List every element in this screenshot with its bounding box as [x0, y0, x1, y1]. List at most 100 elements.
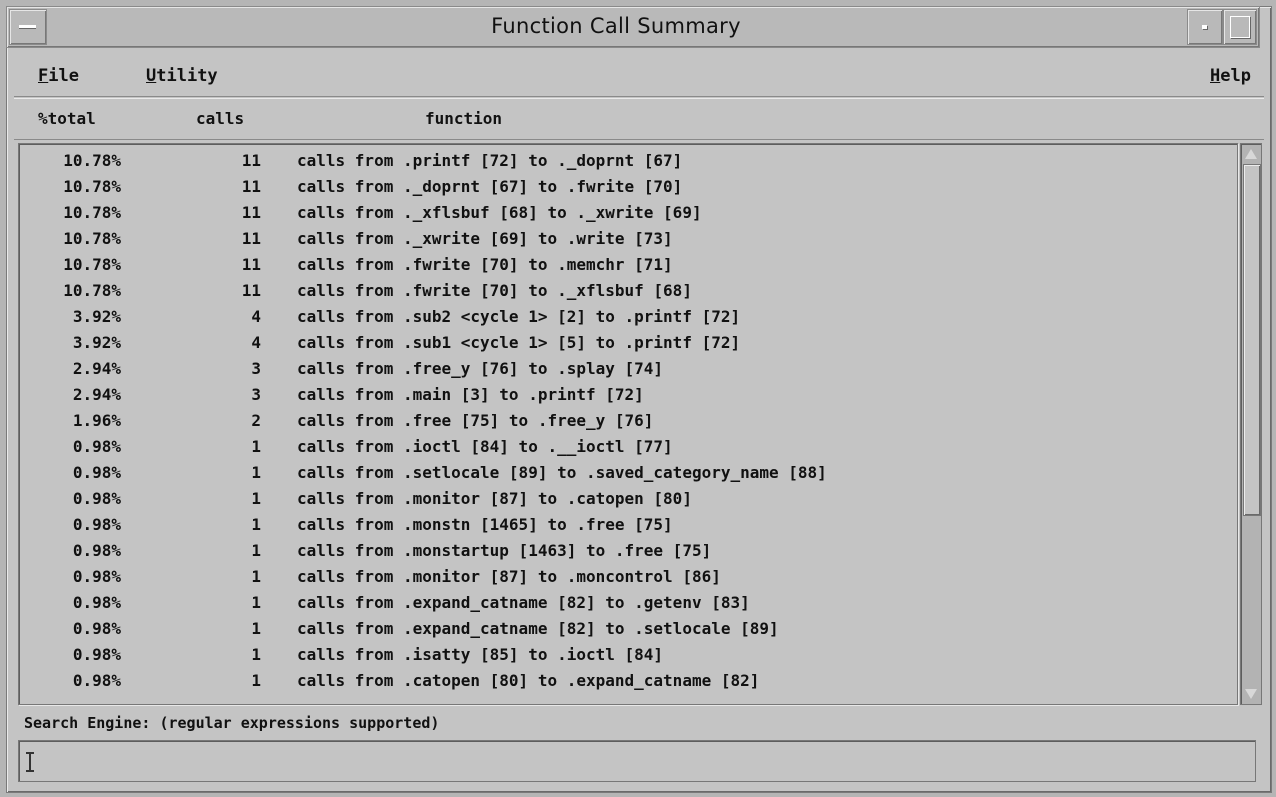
row-percent-total: 2.94% [72, 359, 121, 378]
row-percent-total: 10.78% [63, 255, 121, 274]
row-percent-total: 3.92% [72, 333, 121, 352]
window-menu-icon[interactable] [9, 9, 47, 45]
table-row[interactable]: 2.94% 3 calls from .main [3] to .printf [7… [19, 385, 1237, 411]
row-calls: 1 [251, 515, 261, 534]
minimize-icon[interactable] [1187, 9, 1223, 45]
table-row[interactable]: 0.98% 1 calls from .monitor [87] to .monco… [19, 567, 1237, 593]
table-row[interactable]: 10.78% 11 calls from ._xflsbuf [68] to ._x… [19, 203, 1237, 229]
menu-utility[interactable]: Utility [146, 66, 218, 86]
menu-help[interactable]: Help [1210, 66, 1251, 86]
row-percent-total: 1.96% [72, 411, 121, 430]
row-percent-total: 0.98% [72, 593, 121, 612]
table-row[interactable]: 3.92% 4 calls from .sub1 <cycle 1> [5] to … [19, 333, 1237, 359]
arrow-down-icon[interactable] [1242, 685, 1260, 703]
row-calls: 4 [251, 307, 261, 326]
row-function: calls from .monitor [87] to .moncontrol … [297, 567, 721, 586]
row-calls: 11 [241, 255, 261, 274]
row-calls: 1 [251, 437, 261, 456]
table-row[interactable]: 10.78% 11 calls from .printf [72] to ._dop… [19, 151, 1237, 177]
table-row[interactable]: 10.78% 11 calls from .fwrite [70] to .memc… [19, 255, 1237, 281]
column-header: %total calls function [14, 98, 1264, 140]
row-calls: 11 [241, 151, 261, 170]
row-percent-total: 0.98% [72, 489, 121, 508]
scrollbar-thumb[interactable] [1243, 164, 1261, 516]
row-function: calls from .free [75] to .free_y [76] [297, 411, 654, 430]
row-calls: 1 [251, 541, 261, 560]
row-percent-total: 10.78% [63, 151, 121, 170]
row-percent-total: 0.98% [72, 619, 121, 638]
row-function: calls from .sub1 <cycle 1> [5] to .print… [297, 333, 741, 352]
table-row[interactable]: 0.98% 1 calls from .expand_catname [82] to… [19, 619, 1237, 645]
row-function: calls from .catopen [80] to .expand_catn… [297, 671, 760, 690]
row-function: calls from ._doprnt [67] to .fwrite [70] [297, 177, 683, 196]
table-row[interactable]: 0.98% 1 calls from .monitor [87] to .catop… [19, 489, 1237, 515]
title-bar[interactable]: Function Call Summary [6, 6, 1260, 48]
row-calls: 1 [251, 567, 261, 586]
maximize-icon[interactable] [1223, 9, 1257, 45]
header-function[interactable]: function [425, 109, 502, 128]
row-function: calls from .sub2 <cycle 1> [2] to .print… [297, 307, 741, 326]
row-calls: 3 [251, 359, 261, 378]
row-function: calls from .fwrite [70] to ._xflsbuf [68… [297, 281, 692, 300]
row-function: calls from .monstartup [1463] to .free [… [297, 541, 712, 560]
row-calls: 1 [251, 645, 261, 664]
search-input[interactable] [18, 740, 1256, 782]
table-row[interactable]: 10.78% 11 calls from ._xwrite [69] to .wri… [19, 229, 1237, 255]
row-function: calls from .monitor [87] to .catopen [80… [297, 489, 692, 508]
table-row[interactable]: 0.98% 1 calls from .catopen [80] to .expan… [19, 671, 1237, 697]
table-row[interactable]: 2.94% 3 calls from .free_y [76] to .splay … [19, 359, 1237, 385]
window-title: Function Call Summary [491, 14, 741, 38]
row-percent-total: 0.98% [72, 645, 121, 664]
table-row[interactable]: 0.98% 1 calls from .ioctl [84] to .__ioctl… [19, 437, 1237, 463]
menu-file-label: File [38, 66, 79, 86]
row-function: calls from .expand_catname [82] to .gete… [297, 593, 750, 612]
row-function: calls from ._xflsbuf [68] to ._xwrite [6… [297, 203, 702, 222]
table-row[interactable]: 0.98% 1 calls from .isatty [85] to .ioctl … [19, 645, 1237, 671]
row-function: calls from .setlocale [89] to .saved_cat… [297, 463, 827, 482]
row-function: calls from .isatty [85] to .ioctl [84] [297, 645, 664, 664]
header-calls[interactable]: calls [196, 109, 244, 128]
row-percent-total: 10.78% [63, 229, 121, 248]
row-function: calls from .printf [72] to ._doprnt [67] [297, 151, 683, 170]
search-label: Search Engine: (regular expressions supp… [24, 714, 440, 732]
row-function: calls from .fwrite [70] to .memchr [71] [297, 255, 673, 274]
menu-bar: File Utility Help [14, 56, 1264, 97]
table-row[interactable]: 0.98% 1 calls from .monstartup [1463] to .… [19, 541, 1237, 567]
vertical-scrollbar[interactable] [1240, 143, 1262, 705]
table-row[interactable]: 0.98% 1 calls from .monstn [1465] to .free… [19, 515, 1237, 541]
table-row[interactable]: 3.92% 4 calls from .sub2 <cycle 1> [2] to … [19, 307, 1237, 333]
row-function: calls from .main [3] to .printf [72] [297, 385, 644, 404]
table-row[interactable]: 1.96% 2 calls from .free [75] to .free_y [… [19, 411, 1237, 437]
row-calls: 11 [241, 281, 261, 300]
text-cursor-icon [26, 752, 34, 772]
row-calls: 1 [251, 619, 261, 638]
table-row[interactable]: 0.98% 1 calls from .expand_catname [82] to… [19, 593, 1237, 619]
row-percent-total: 0.98% [72, 463, 121, 482]
row-function: calls from .ioctl [84] to .__ioctl [77] [297, 437, 673, 456]
menu-file[interactable]: File [38, 66, 79, 86]
call-list[interactable]: 10.78% 11 calls from .printf [72] to ._dop… [18, 143, 1238, 705]
row-percent-total: 2.94% [72, 385, 121, 404]
row-calls: 1 [251, 463, 261, 482]
row-percent-total: 10.78% [63, 203, 121, 222]
row-function: calls from .free_y [76] to .splay [74] [297, 359, 664, 378]
row-calls: 3 [251, 385, 261, 404]
row-calls: 11 [241, 203, 261, 222]
row-calls: 11 [241, 177, 261, 196]
row-function: calls from .expand_catname [82] to .setl… [297, 619, 779, 638]
menu-help-label: Help [1210, 66, 1251, 86]
arrow-up-icon[interactable] [1242, 145, 1260, 163]
row-percent-total: 10.78% [63, 177, 121, 196]
row-percent-total: 10.78% [63, 281, 121, 300]
row-function: calls from .monstn [1465] to .free [75] [297, 515, 673, 534]
table-row[interactable]: 0.98% 1 calls from .setlocale [89] to .sav… [19, 463, 1237, 489]
row-percent-total: 0.98% [72, 437, 121, 456]
row-calls: 1 [251, 593, 261, 612]
row-calls: 4 [251, 333, 261, 352]
header-total[interactable]: %total [38, 109, 96, 128]
row-percent-total: 0.98% [72, 671, 121, 690]
table-row[interactable]: 10.78% 11 calls from .fwrite [70] to ._xfl… [19, 281, 1237, 307]
table-row[interactable]: 10.78% 11 calls from ._doprnt [67] to .fwr… [19, 177, 1237, 203]
row-calls: 2 [251, 411, 261, 430]
menu-utility-label: Utility [146, 66, 218, 86]
